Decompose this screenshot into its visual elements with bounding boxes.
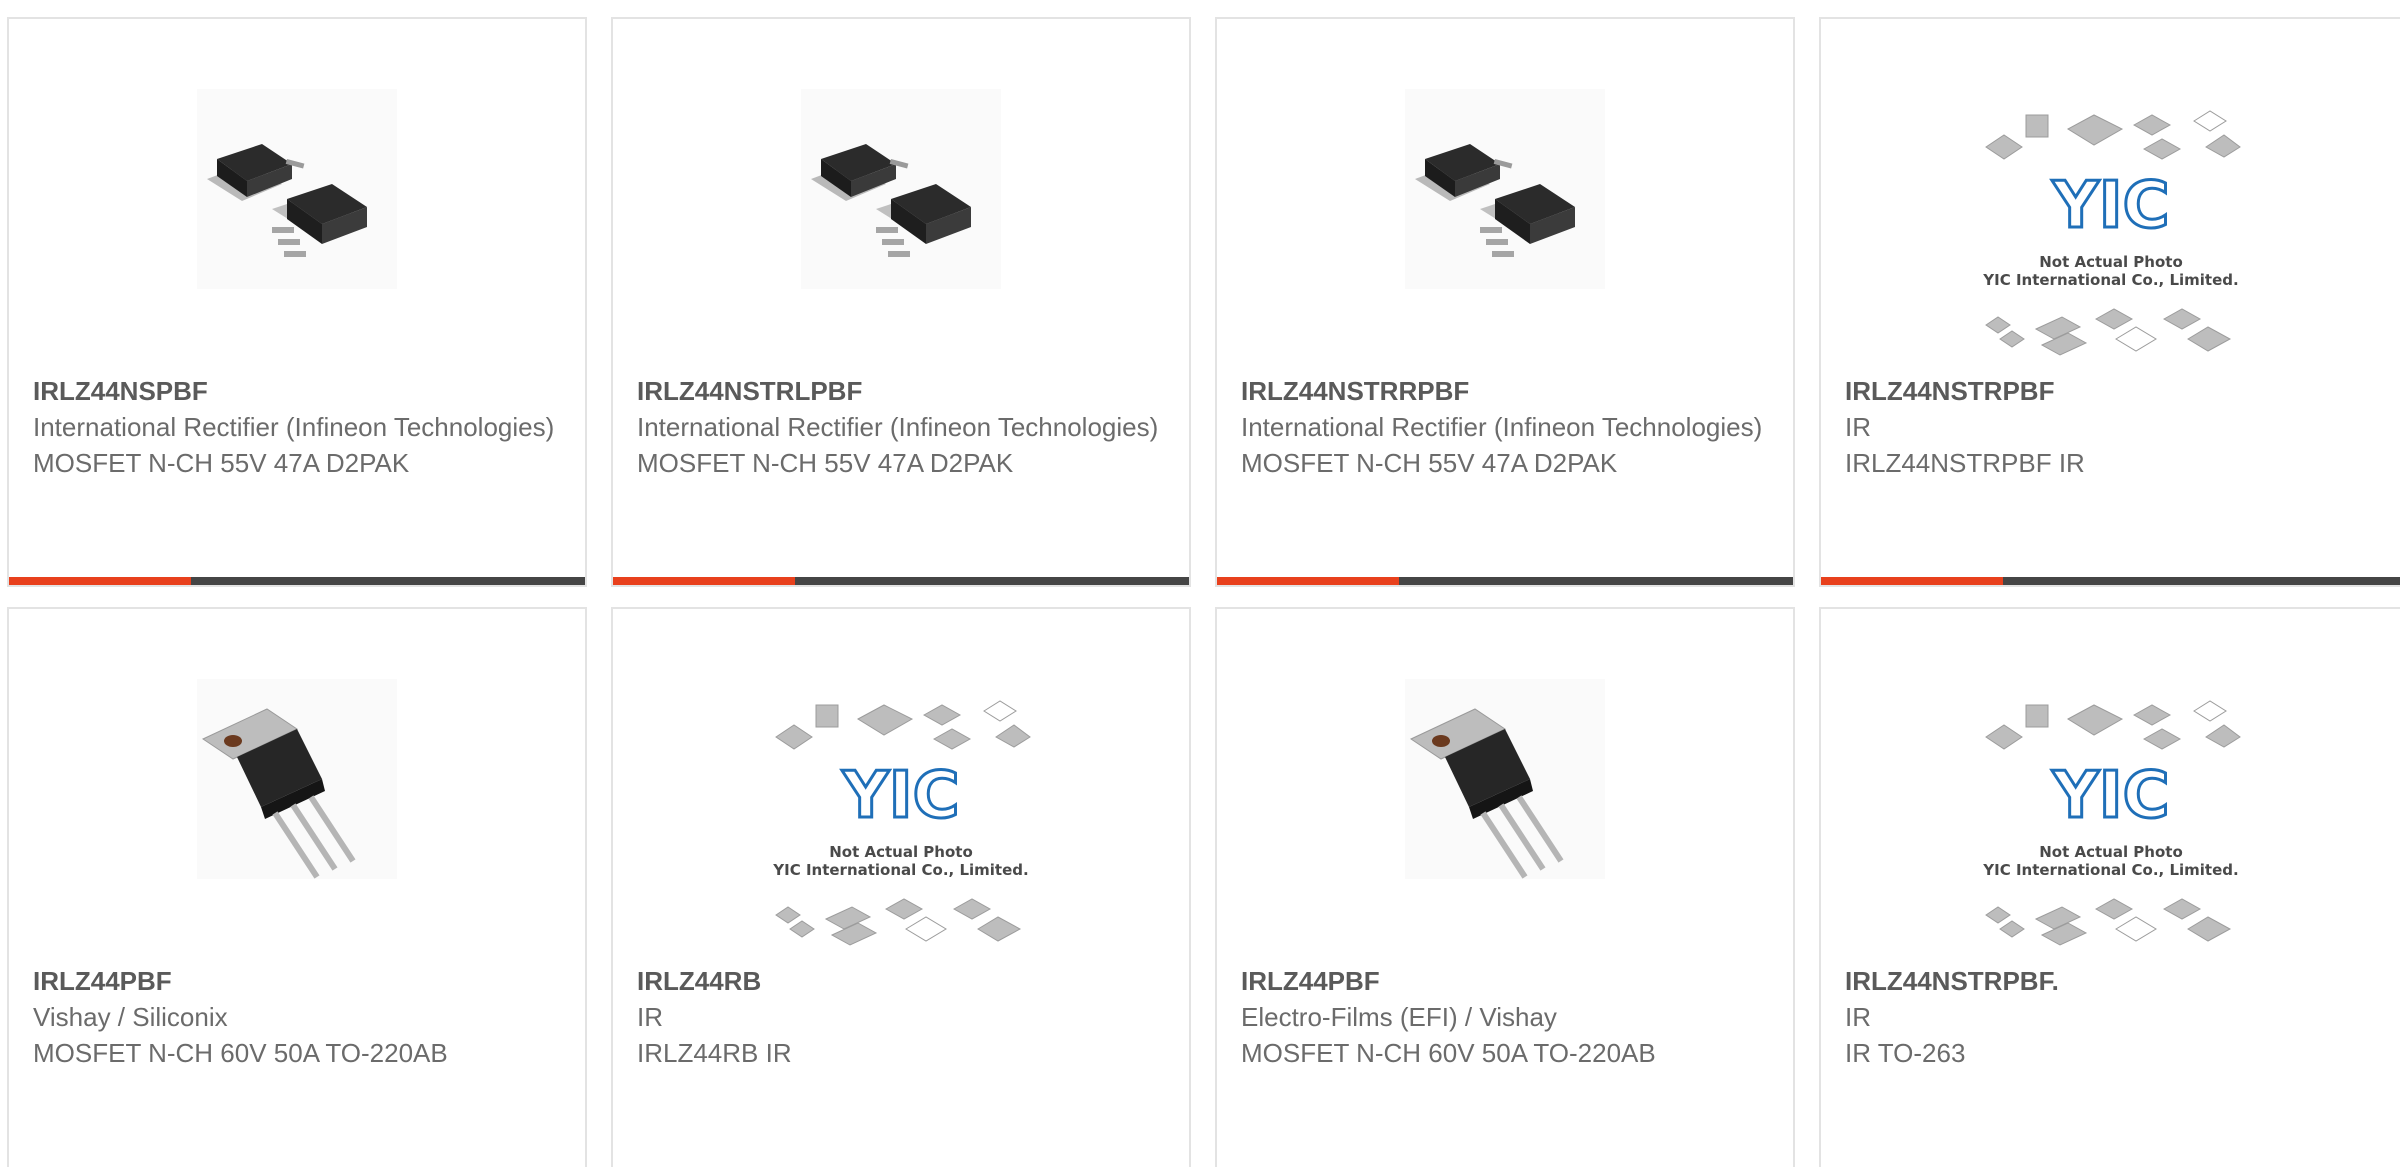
part-number-link[interactable]: IRLZ44NSTRPBF. <box>1845 963 2376 999</box>
manufacturer: International Rectifier (Infineon Techno… <box>33 412 555 442</box>
manufacturer: International Rectifier (Infineon Techno… <box>1241 412 1763 442</box>
manufacturer: IR <box>1845 1002 1871 1032</box>
card-bottom-bar <box>613 577 1189 585</box>
d2pak-package-icon <box>801 89 1001 289</box>
product-image <box>9 89 585 359</box>
description: IR TO-263 <box>1845 1038 1966 1068</box>
product-card[interactable]: IRLZ44NSTRRPBF International Rectifier (… <box>1215 17 1795 587</box>
card-bottom-bar <box>1821 577 2400 585</box>
product-image: YIC Not Actual Photo YIC International C… <box>1821 697 2400 967</box>
product-info: IRLZ44RB IR IRLZ44RB IR <box>637 963 1165 1071</box>
product-card[interactable]: IRLZ44PBF Vishay / Siliconix MOSFET N-CH… <box>7 607 587 1167</box>
not-actual-photo-placeholder: YIC Not Actual Photo YIC International C… <box>1982 700 2241 946</box>
product-info: IRLZ44PBF Vishay / Siliconix MOSFET N-CH… <box>33 963 561 1071</box>
description: IRLZ44RB IR <box>637 1038 792 1068</box>
product-image <box>1217 89 1793 359</box>
manufacturer: Electro-Films (EFI) / Vishay <box>1241 1002 1557 1032</box>
description: MOSFET N-CH 55V 47A D2PAK <box>1241 448 1618 478</box>
manufacturer: IR <box>637 1002 663 1032</box>
to220-package-icon <box>197 679 397 879</box>
description: MOSFET N-CH 60V 50A TO-220AB <box>33 1038 448 1068</box>
d2pak-package-icon <box>1405 89 1605 289</box>
card-accent-bar <box>9 577 191 585</box>
product-card[interactable]: YIC Not Actual Photo YIC International C… <box>1819 17 2400 587</box>
product-card[interactable]: YIC Not Actual Photo YIC International C… <box>611 607 1191 1167</box>
to220-package-icon <box>1405 679 1605 879</box>
part-number-link[interactable]: IRLZ44PBF <box>1241 963 1769 999</box>
yic-logo: YIC <box>2051 759 2169 833</box>
manufacturer: Vishay / Siliconix <box>33 1002 228 1032</box>
product-image <box>9 679 585 949</box>
description: MOSFET N-CH 55V 47A D2PAK <box>33 448 410 478</box>
product-grid: IRLZ44NSPBF International Rectifier (Inf… <box>0 0 2400 1167</box>
product-info: IRLZ44NSTRRPBF International Rectifier (… <box>1241 373 1769 481</box>
yic-logo: YIC <box>2051 169 2169 243</box>
part-number-link[interactable]: IRLZ44NSPBF <box>33 373 561 409</box>
yic-logo: YIC <box>841 759 959 833</box>
part-number-link[interactable]: IRLZ44NSTRRPBF <box>1241 373 1769 409</box>
description: MOSFET N-CH 55V 47A D2PAK <box>637 448 1014 478</box>
description: MOSFET N-CH 60V 50A TO-220AB <box>1241 1038 1656 1068</box>
part-number-link[interactable]: IRLZ44RB <box>637 963 1165 999</box>
product-card[interactable]: IRLZ44NSPBF International Rectifier (Inf… <box>7 17 587 587</box>
product-image <box>1217 679 1793 949</box>
placeholder-caption: Not Actual Photo <box>2039 253 2183 271</box>
placeholder-caption: Not Actual Photo <box>829 843 973 861</box>
product-info: IRLZ44PBF Electro-Films (EFI) / Vishay M… <box>1241 963 1769 1071</box>
placeholder-company: YIC International Co., Limited. <box>772 861 1028 879</box>
product-info: IRLZ44NSTRLPBF International Rectifier (… <box>637 373 1165 481</box>
card-bottom-bar <box>9 577 585 585</box>
card-accent-bar <box>613 577 795 585</box>
product-info: IRLZ44NSTRPBF IR IRLZ44NSTRPBF IR <box>1845 373 2376 481</box>
product-card[interactable]: YIC Not Actual Photo YIC International C… <box>1819 607 2400 1167</box>
not-actual-photo-placeholder: YIC Not Actual Photo YIC International C… <box>772 700 1031 946</box>
product-image: YIC Not Actual Photo YIC International C… <box>1821 107 2400 377</box>
part-number-link[interactable]: IRLZ44PBF <box>33 963 561 999</box>
card-accent-bar <box>1821 577 2003 585</box>
product-card[interactable]: IRLZ44NSTRLPBF International Rectifier (… <box>611 17 1191 587</box>
part-number-link[interactable]: IRLZ44NSTRPBF <box>1845 373 2376 409</box>
placeholder-caption: Not Actual Photo <box>2039 843 2183 861</box>
placeholder-company: YIC International Co., Limited. <box>1982 861 2238 879</box>
d2pak-package-icon <box>197 89 397 289</box>
product-info: IRLZ44NSPBF International Rectifier (Inf… <box>33 373 561 481</box>
description: IRLZ44NSTRPBF IR <box>1845 448 2085 478</box>
card-bottom-bar <box>1217 577 1793 585</box>
not-actual-photo-placeholder: YIC Not Actual Photo YIC International C… <box>1982 110 2241 356</box>
product-image <box>613 89 1189 359</box>
product-image: YIC Not Actual Photo YIC International C… <box>613 697 1189 967</box>
product-card[interactable]: IRLZ44PBF Electro-Films (EFI) / Vishay M… <box>1215 607 1795 1167</box>
product-info: IRLZ44NSTRPBF. IR IR TO-263 <box>1845 963 2376 1071</box>
placeholder-company: YIC International Co., Limited. <box>1982 271 2238 289</box>
part-number-link[interactable]: IRLZ44NSTRLPBF <box>637 373 1165 409</box>
card-accent-bar <box>1217 577 1399 585</box>
manufacturer: International Rectifier (Infineon Techno… <box>637 412 1159 442</box>
manufacturer: IR <box>1845 412 1871 442</box>
